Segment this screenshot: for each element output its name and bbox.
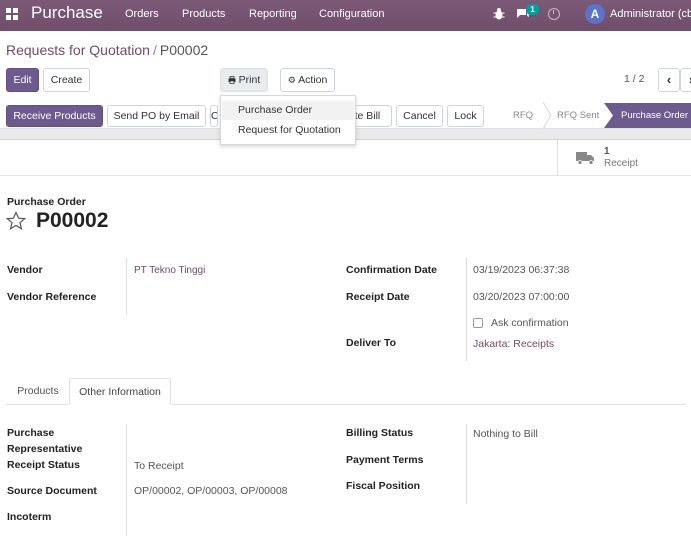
- action-label: Action: [298, 74, 328, 86]
- menu-configuration[interactable]: Configuration: [319, 8, 384, 20]
- hidden-button[interactable]: C: [210, 105, 218, 127]
- chevron-left-icon: ‹: [666, 72, 672, 87]
- payment-terms-label: Payment Terms: [346, 454, 424, 466]
- fiscal-position-label: Fiscal Position: [346, 480, 421, 492]
- activity-clock-icon[interactable]: [548, 8, 560, 20]
- vendor-label: Vendor: [7, 264, 43, 276]
- deliver-to-label: Deliver To: [346, 337, 396, 349]
- truck-icon: [576, 152, 594, 165]
- breadcrumb-separator: /: [152, 42, 157, 58]
- receive-products-button[interactable]: Receive Products: [6, 105, 103, 127]
- left-field-divider: [126, 258, 127, 315]
- receipt-smart-button[interactable]: 1 Receipt: [557, 140, 691, 176]
- create-button[interactable]: Create: [43, 68, 90, 92]
- confirmation-date-field[interactable]: 03/19/2023 06:37:38: [473, 264, 569, 276]
- pager-next-button[interactable]: ›: [680, 68, 691, 92]
- print-button[interactable]: Print: [220, 68, 268, 92]
- user-name[interactable]: Administrator (cb(: [610, 8, 691, 20]
- app-brand[interactable]: Purchase: [31, 3, 103, 23]
- tab-products[interactable]: Products: [7, 378, 69, 405]
- chat-count-badge: 1: [526, 4, 539, 15]
- print-purchase-order[interactable]: Purchase Order: [222, 101, 354, 120]
- receipt-date-field[interactable]: 03/20/2023 07:00:00: [473, 291, 569, 303]
- breadcrumb: Requests for Quotation / P00002: [6, 42, 208, 58]
- action-button[interactable]: ⚙ Action: [280, 68, 335, 92]
- menu-products[interactable]: Products: [182, 8, 225, 20]
- debug-bug-icon[interactable]: [493, 7, 505, 21]
- gear-icon: ⚙: [287, 75, 296, 85]
- lock-button[interactable]: Lock: [447, 105, 484, 127]
- breadcrumb-current: P00002: [159, 42, 209, 58]
- record-type-label: Purchase Order: [7, 196, 86, 208]
- billing-status-label: Billing Status: [346, 427, 414, 439]
- vendor-reference-label: Vendor Reference: [7, 291, 97, 303]
- print-request-for-quotation[interactable]: Request for Quotation: [222, 121, 354, 140]
- button-box: 1 Receipt: [0, 140, 691, 176]
- confirmation-date-label: Confirmation Date: [346, 264, 438, 276]
- stage-rfq[interactable]: RFQ: [513, 102, 533, 129]
- other-info-left-divider: [126, 424, 127, 536]
- receipt-count: 1: [604, 146, 610, 157]
- print-dropdown-menu: Purchase Order Request for Quotation: [220, 95, 356, 145]
- apps-menu-icon[interactable]: [6, 8, 18, 20]
- source-document-label: Source Document: [7, 485, 97, 497]
- right-field-divider: [466, 258, 467, 361]
- ask-confirmation-label[interactable]: Ask confirmation: [491, 317, 569, 329]
- source-document-field[interactable]: OP/00002, OP/00003, OP/00008: [134, 485, 288, 497]
- printer-icon: [228, 76, 236, 84]
- billing-status-field: Nothing to Bill: [473, 428, 538, 440]
- pager-value[interactable]: 1 / 2: [624, 73, 644, 85]
- stage-rfq-sent[interactable]: RFQ Sent: [557, 102, 599, 129]
- receipt-date-label: Receipt Date: [346, 291, 410, 303]
- other-info-right-divider: [466, 424, 467, 504]
- menu-orders[interactable]: Orders: [125, 8, 159, 20]
- pager-previous-button[interactable]: ‹: [658, 68, 680, 92]
- stage-purchase-order[interactable]: Purchase Order: [604, 103, 691, 128]
- breadcrumb-parent[interactable]: Requests for Quotation: [6, 42, 150, 58]
- top-navbar: Purchase Orders Products Reporting Confi…: [0, 0, 691, 31]
- star-icon[interactable]: [6, 211, 26, 231]
- ask-confirmation-checkbox[interactable]: [473, 318, 483, 328]
- cancel-button[interactable]: Cancel: [396, 105, 443, 127]
- record-name: P00002: [36, 209, 109, 232]
- vendor-field[interactable]: PT Tekno Tinggi: [134, 265, 205, 276]
- deliver-to-field[interactable]: Jakarta: Receipts: [473, 338, 554, 350]
- incoterm-label: Incoterm: [7, 511, 52, 523]
- purchase-representative-label-line2: Representative: [7, 443, 83, 455]
- receipt-status-field: To Receipt: [134, 460, 184, 472]
- edit-button[interactable]: Edit: [6, 68, 39, 92]
- send-po-by-email-button[interactable]: Send PO by Email: [107, 105, 206, 127]
- menu-reporting[interactable]: Reporting: [249, 8, 297, 20]
- print-label: Print: [238, 74, 261, 86]
- purchase-representative-label-line1: Purchase: [7, 427, 55, 439]
- tab-other-information[interactable]: Other Information: [69, 378, 171, 405]
- receipt-status-label: Receipt Status: [7, 459, 80, 471]
- receipt-label: Receipt: [604, 158, 638, 169]
- user-avatar[interactable]: A: [585, 4, 605, 24]
- stage-chevron-icon: [542, 102, 552, 129]
